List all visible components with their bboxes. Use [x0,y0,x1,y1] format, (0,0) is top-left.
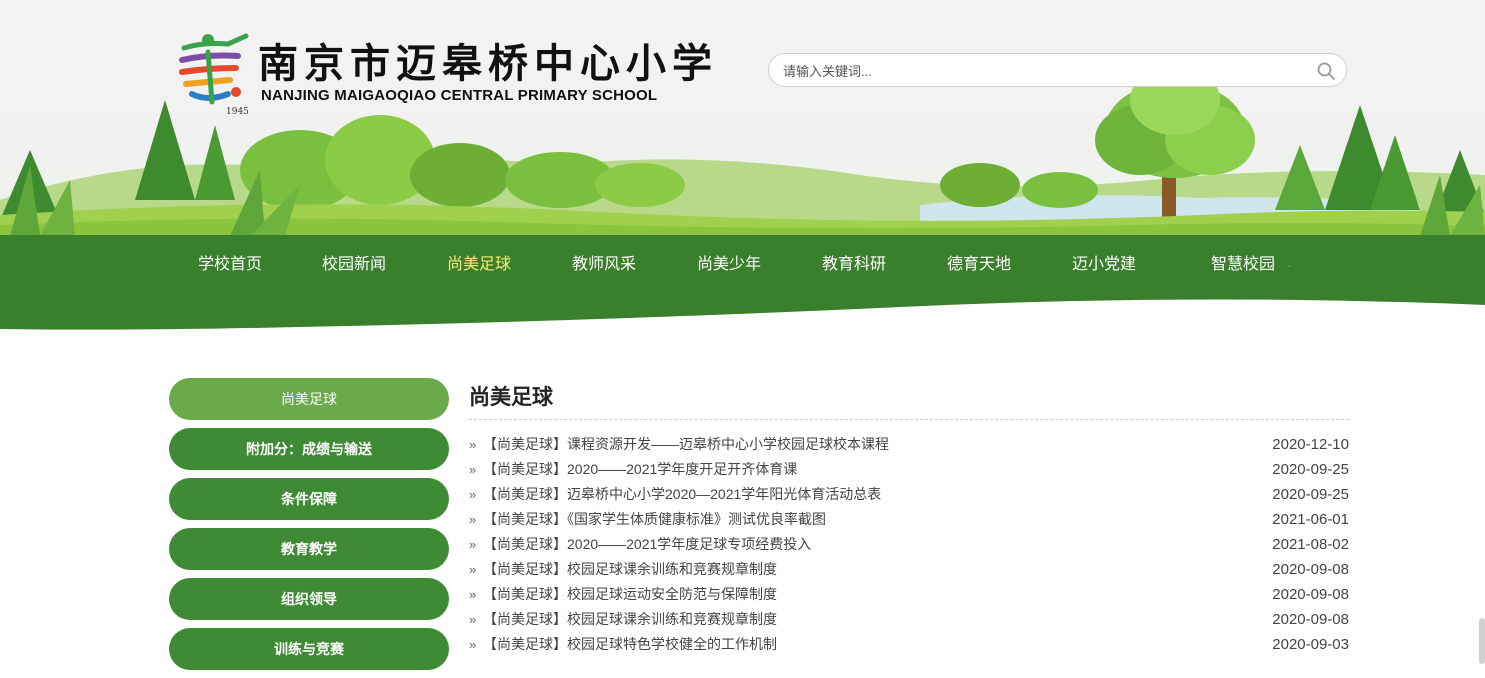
sidebar-item-conditions[interactable]: 条件保障 [169,478,449,520]
article-link[interactable]: 【尚美足球】2020——2021学年度足球专项经费投入 [483,532,811,557]
article-date: 2020-09-08 [1272,561,1349,578]
double-chevron-right-icon: » [469,462,477,477]
sidebar-item-bonus-points[interactable]: 附加分：成绩与输送 [169,428,449,470]
article-date: 2021-08-02 [1272,536,1349,553]
article-link[interactable]: 【尚美足球】校园足球特色学校健全的工作机制 [483,632,777,657]
main-content: 尚美足球 » 【尚美足球】课程资源开发——迈皋桥中心小学校园足球校本课程 2020-… [469,378,1349,657]
page-scrollbar[interactable] [1479,618,1485,664]
article-date: 2020-09-08 [1272,611,1349,628]
sidebar-item-teaching[interactable]: 教育教学 [169,528,449,570]
nav-item-smart-campus-label: 智慧校园 [1211,256,1276,274]
list-item: » 【尚美足球】校园足球特色学校健全的工作机制 2020-09-03 [469,632,1349,657]
article-date: 2020-12-10 [1272,436,1349,453]
double-chevron-right-icon: » [469,487,477,502]
list-item: » 【尚美足球】校园足球课余训练和竞赛规章制度 2020-09-08 [469,557,1349,582]
school-logo-icon: 1945 [179,33,249,117]
article-link[interactable]: 【尚美足球】迈皋桥中心小学2020—2021学年阳光体育活动总表 [483,482,881,507]
double-chevron-right-icon: » [469,512,477,527]
nav-item-party-building[interactable]: 迈小党建 [1072,254,1136,276]
nav-item-campus-news[interactable]: 校园新闻 [322,254,386,276]
article-date: 2020-09-08 [1272,586,1349,603]
list-item: » 【尚美足球】2020——2021学年度足球专项经费投入 2021-08-02 [469,532,1349,557]
list-item: » 【尚美足球】2020——2021学年度开足开齐体育课 2020-09-25 [469,457,1349,482]
article-date: 2020-09-25 [1272,461,1349,478]
page-title: 尚美足球 [469,378,1349,420]
list-item: » 【尚美足球】《国家学生体质健康标准》测试优良率截图 2021-06-01 [469,507,1349,532]
double-chevron-right-icon: » [469,587,477,602]
main-navigation: 学校首页 校园新闻 尚美足球 教师风采 尚美少年 教育科研 德育天地 迈小党建 … [0,235,1485,335]
article-link[interactable]: 【尚美足球】《国家学生体质健康标准》测试优良率截图 [483,507,826,532]
list-item: » 【尚美足球】课程资源开发——迈皋桥中心小学校园足球校本课程 2020-12-10 [469,432,1349,457]
nav-item-smart-campus[interactable]: 智慧校园 ⌄ [1211,254,1293,276]
nav-item-football[interactable]: 尚美足球 [447,254,511,276]
double-chevron-right-icon: » [469,612,477,627]
search-input[interactable] [781,60,1305,82]
nav-item-research[interactable]: 教育科研 [822,254,886,276]
article-date: 2020-09-03 [1272,636,1349,653]
sidebar: 尚美足球 附加分：成绩与输送 条件保障 教育教学 组织领导 训练与竞赛 [169,378,449,678]
double-chevron-right-icon: » [469,537,477,552]
school-name-chinese: 南京市迈皋桥中心小学 [258,40,718,87]
double-chevron-right-icon: » [469,562,477,577]
nav-item-moral-education[interactable]: 德育天地 [947,254,1011,276]
article-link[interactable]: 【尚美足球】校园足球运动安全防范与保障制度 [483,582,777,607]
double-chevron-right-icon: » [469,437,477,452]
sidebar-item-leadership[interactable]: 组织领导 [169,578,449,620]
school-name-english: NANJING MAIGAOQIAO CENTRAL PRIMARY SCHOO… [261,87,658,104]
article-link[interactable]: 【尚美足球】2020——2021学年度开足开齐体育课 [483,457,797,482]
article-date: 2021-06-01 [1272,511,1349,528]
nav-item-students[interactable]: 尚美少年 [697,254,761,276]
sidebar-item-football[interactable]: 尚美足球 [169,378,449,420]
article-date: 2020-09-25 [1272,486,1349,503]
double-chevron-right-icon: » [469,637,477,652]
header-banner: 1945 南京市迈皋桥中心小学 NANJING MAIGAOQIAO CENTR… [0,0,1485,236]
nav-item-home[interactable]: 学校首页 [198,254,262,276]
logo-year: 1945 [226,107,249,117]
article-list: » 【尚美足球】课程资源开发——迈皋桥中心小学校园足球校本课程 2020-12-10… [469,432,1349,657]
list-item: » 【尚美足球】校园足球运动安全防范与保障制度 2020-09-08 [469,582,1349,607]
nav-item-teachers[interactable]: 教师风采 [572,254,636,276]
article-link[interactable]: 【尚美足球】课程资源开发——迈皋桥中心小学校园足球校本课程 [483,432,889,457]
list-item: » 【尚美足球】迈皋桥中心小学2020—2021学年阳光体育活动总表 2020-09… [469,482,1349,507]
search-icon[interactable] [1316,61,1336,81]
search-box [768,53,1347,87]
article-link[interactable]: 【尚美足球】校园足球课余训练和竞赛规章制度 [483,607,777,632]
article-link[interactable]: 【尚美足球】校园足球课余训练和竞赛规章制度 [483,557,777,582]
chevron-down-icon: ⌄ [1285,259,1294,270]
list-item: » 【尚美足球】校园足球课余训练和竞赛规章制度 2020-09-08 [469,607,1349,632]
